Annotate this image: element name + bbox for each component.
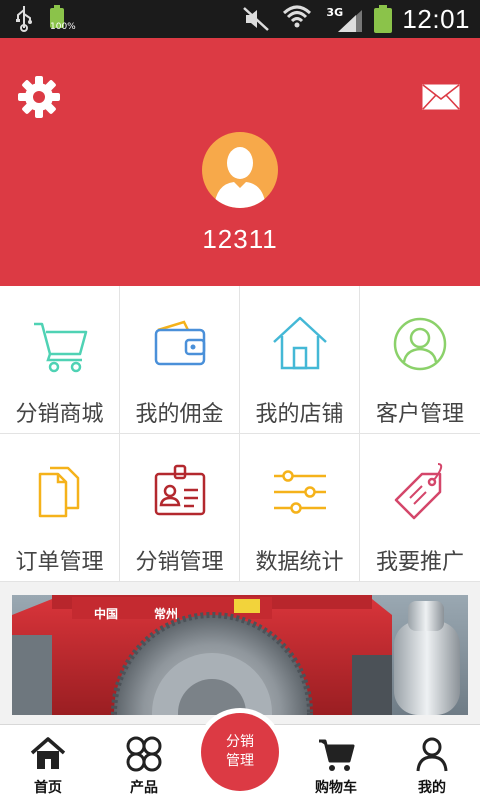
- grid-item-distribution-management[interactable]: 分销管理: [120, 434, 240, 582]
- nav-label: 产品: [130, 780, 158, 796]
- function-grid: 分销商城 我的佣金 我的店铺 客户管理 订单管理 分销管理 数据统计 我要推广: [0, 286, 480, 582]
- nav-label: 首页: [34, 780, 62, 796]
- center-button-line1: 分销: [226, 734, 254, 750]
- grid-item-distribution-mall[interactable]: 分销商城: [0, 286, 120, 434]
- clock: 12:01: [402, 3, 470, 34]
- gear-icon[interactable]: [16, 74, 62, 120]
- grid-item-label: 数据统计: [255, 550, 344, 575]
- banner-image[interactable]: 中国 常州: [12, 595, 468, 715]
- nav-label: 购物车: [315, 780, 357, 796]
- grid-item-my-commission[interactable]: 我的佣金: [120, 286, 240, 434]
- battery-percent: 100%: [50, 22, 76, 32]
- grid-item-label: 订单管理: [15, 550, 104, 575]
- wifi-icon: [282, 4, 316, 34]
- grid-item-label: 分销管理: [135, 550, 224, 575]
- nav-label: 我的: [418, 780, 446, 796]
- mute-icon: [243, 7, 270, 31]
- products-grid-icon: [126, 736, 162, 772]
- nav-home[interactable]: 首页: [0, 725, 96, 800]
- screen: 100% 3G 12:01 12311 分销商城 我的佣金 我的店铺 客户管理 …: [0, 0, 480, 800]
- grid-item-label: 分销商城: [15, 402, 104, 427]
- tag-icon: [394, 463, 443, 520]
- usb-icon: [16, 6, 32, 32]
- cart-icon: [319, 739, 355, 771]
- banner-caption-left: 中国: [94, 607, 119, 621]
- center-button-face: 分销 管理: [201, 713, 279, 791]
- username: 12311: [202, 224, 278, 254]
- grid-item-label: 客户管理: [375, 402, 464, 427]
- grid-item-label: 我的店铺: [255, 402, 344, 427]
- avatar-icon: [214, 147, 266, 208]
- grid-item-data-statistics[interactable]: 数据统计: [240, 434, 360, 582]
- grid-item-label: 我要推广: [375, 550, 464, 575]
- nav-products[interactable]: 产品: [96, 725, 192, 800]
- id-badge-icon: [154, 464, 205, 516]
- cart-icon: [33, 322, 87, 373]
- grid-item-promote[interactable]: 我要推广: [360, 434, 480, 582]
- documents-icon: [38, 466, 79, 518]
- center-distribution-management-button[interactable]: 分销 管理: [196, 708, 284, 796]
- person-icon: [416, 737, 448, 772]
- nav-me[interactable]: 我的: [384, 725, 480, 800]
- status-bar: 100% 3G 12:01: [0, 0, 480, 38]
- wallet-icon: [154, 320, 205, 366]
- avatar[interactable]: [202, 132, 278, 208]
- nav-cart[interactable]: 购物车: [288, 725, 384, 800]
- mail-icon[interactable]: [422, 84, 460, 110]
- signal-icon: 3G: [326, 4, 364, 34]
- grid-item-my-store[interactable]: 我的店铺: [240, 286, 360, 434]
- profile-header: 12311: [0, 38, 480, 286]
- center-button-line2: 管理: [226, 753, 254, 769]
- banner-area: 中国 常州: [0, 582, 480, 722]
- grid-item-label: 我的佣金: [135, 402, 224, 427]
- status-right: 3G 12:01: [242, 0, 470, 38]
- home-icon: [30, 737, 66, 769]
- home-icon: [272, 316, 327, 370]
- user-circle-icon: [393, 317, 447, 371]
- grid-item-order-management[interactable]: 订单管理: [0, 434, 120, 582]
- battery-icon: [374, 5, 393, 33]
- sliders-icon: [273, 470, 326, 514]
- grid-item-customer-management[interactable]: 客户管理: [360, 286, 480, 434]
- banner-caption-mid: 常州: [154, 607, 179, 621]
- engine-illustration: [12, 595, 468, 715]
